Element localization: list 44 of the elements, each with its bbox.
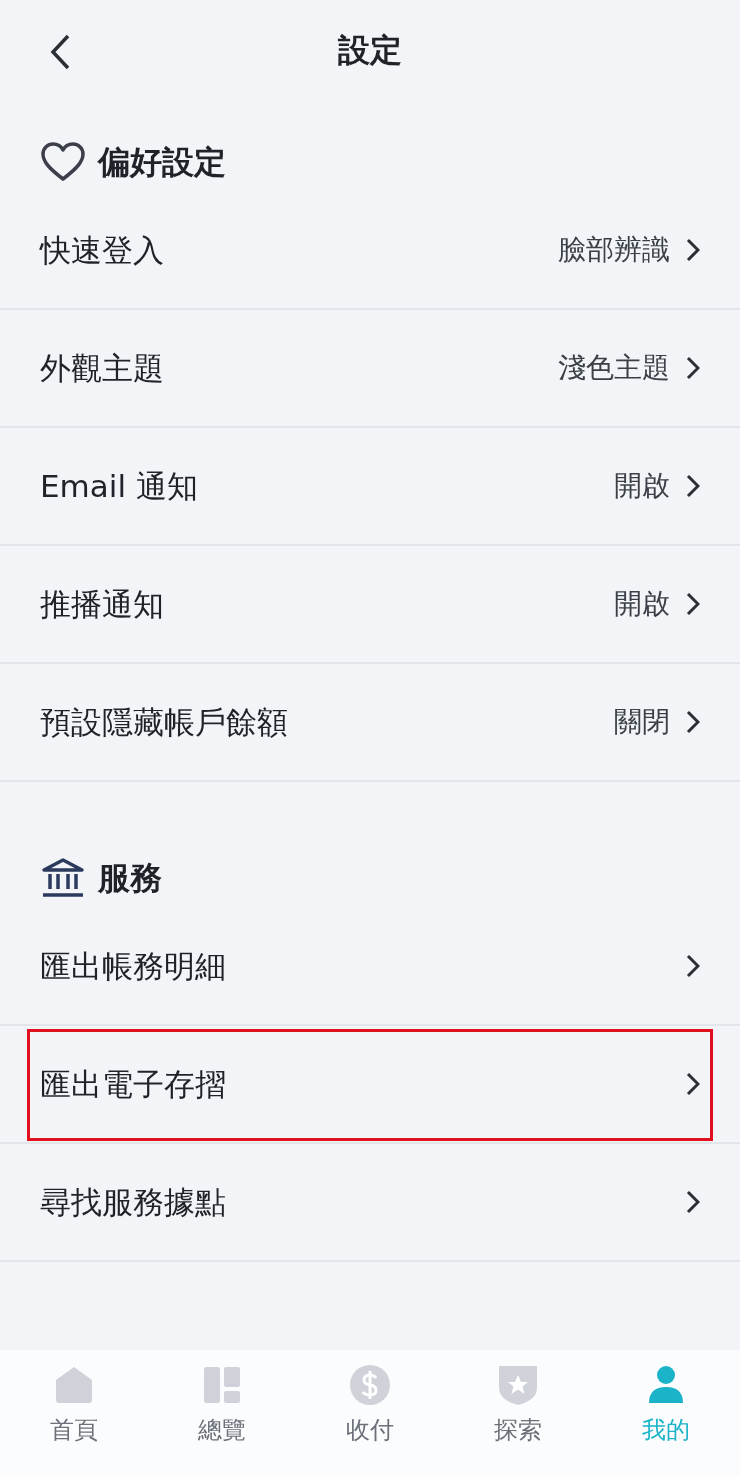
chevron-right-icon [686,238,700,262]
person-icon [646,1365,686,1405]
settings-row[interactable]: 預設隱藏帳戶餘額 關閉 [0,664,740,782]
row-label: Email 通知 [40,466,198,506]
chevron-right-icon [686,1190,700,1214]
row-value: 臉部辨識 [558,232,670,268]
row-label: 外觀主題 [40,348,164,388]
heart-icon [40,141,86,183]
row-value: 開啟 [614,468,670,504]
row-value: 淺色主題 [558,350,670,386]
settings-row[interactable]: 尋找服務據點 [0,1144,740,1262]
star-shield-icon [498,1364,538,1406]
row-label: 推播通知 [40,584,164,624]
settings-row[interactable]: 匯出電子存摺 [0,1026,740,1144]
row-label: 匯出帳務明細 [40,946,226,986]
settings-row[interactable]: 推播通知 開啟 [0,546,740,664]
chevron-right-icon [686,1072,700,1096]
page-title: 設定 [338,30,402,71]
settings-row[interactable]: 外觀主題 淺色主題 [0,310,740,428]
section-title: 偏好設定 [98,142,226,183]
section-title: 服務 [98,858,162,899]
row-label: 匯出電子存摺 [40,1064,226,1104]
grid-icon [203,1366,241,1404]
dollar-icon [349,1364,391,1406]
chevron-right-icon [686,474,700,498]
settings-row[interactable]: Email 通知 開啟 [0,428,740,546]
chevron-right-icon [686,954,700,978]
row-label: 預設隱藏帳戶餘額 [40,702,288,742]
chevron-right-icon [686,356,700,380]
chevron-right-icon [686,592,700,616]
row-value: 開啟 [614,586,670,622]
settings-row[interactable]: 匯出帳務明細 [0,908,740,1026]
nav-tab[interactable]: 收付 [296,1364,444,1448]
nav-tab[interactable]: 首頁 [0,1364,148,1448]
nav-tab[interactable]: 總覽 [148,1364,296,1448]
bank-icon [40,857,86,899]
home-icon [54,1366,94,1404]
chevron-right-icon [686,710,700,734]
row-value: 關閉 [614,704,670,740]
row-label: 快速登入 [40,230,164,270]
back-icon [49,34,71,70]
nav-tab[interactable]: 探索 [444,1364,592,1448]
row-label: 尋找服務據點 [40,1182,226,1222]
settings-row[interactable]: 快速登入 臉部辨識 [0,192,740,310]
